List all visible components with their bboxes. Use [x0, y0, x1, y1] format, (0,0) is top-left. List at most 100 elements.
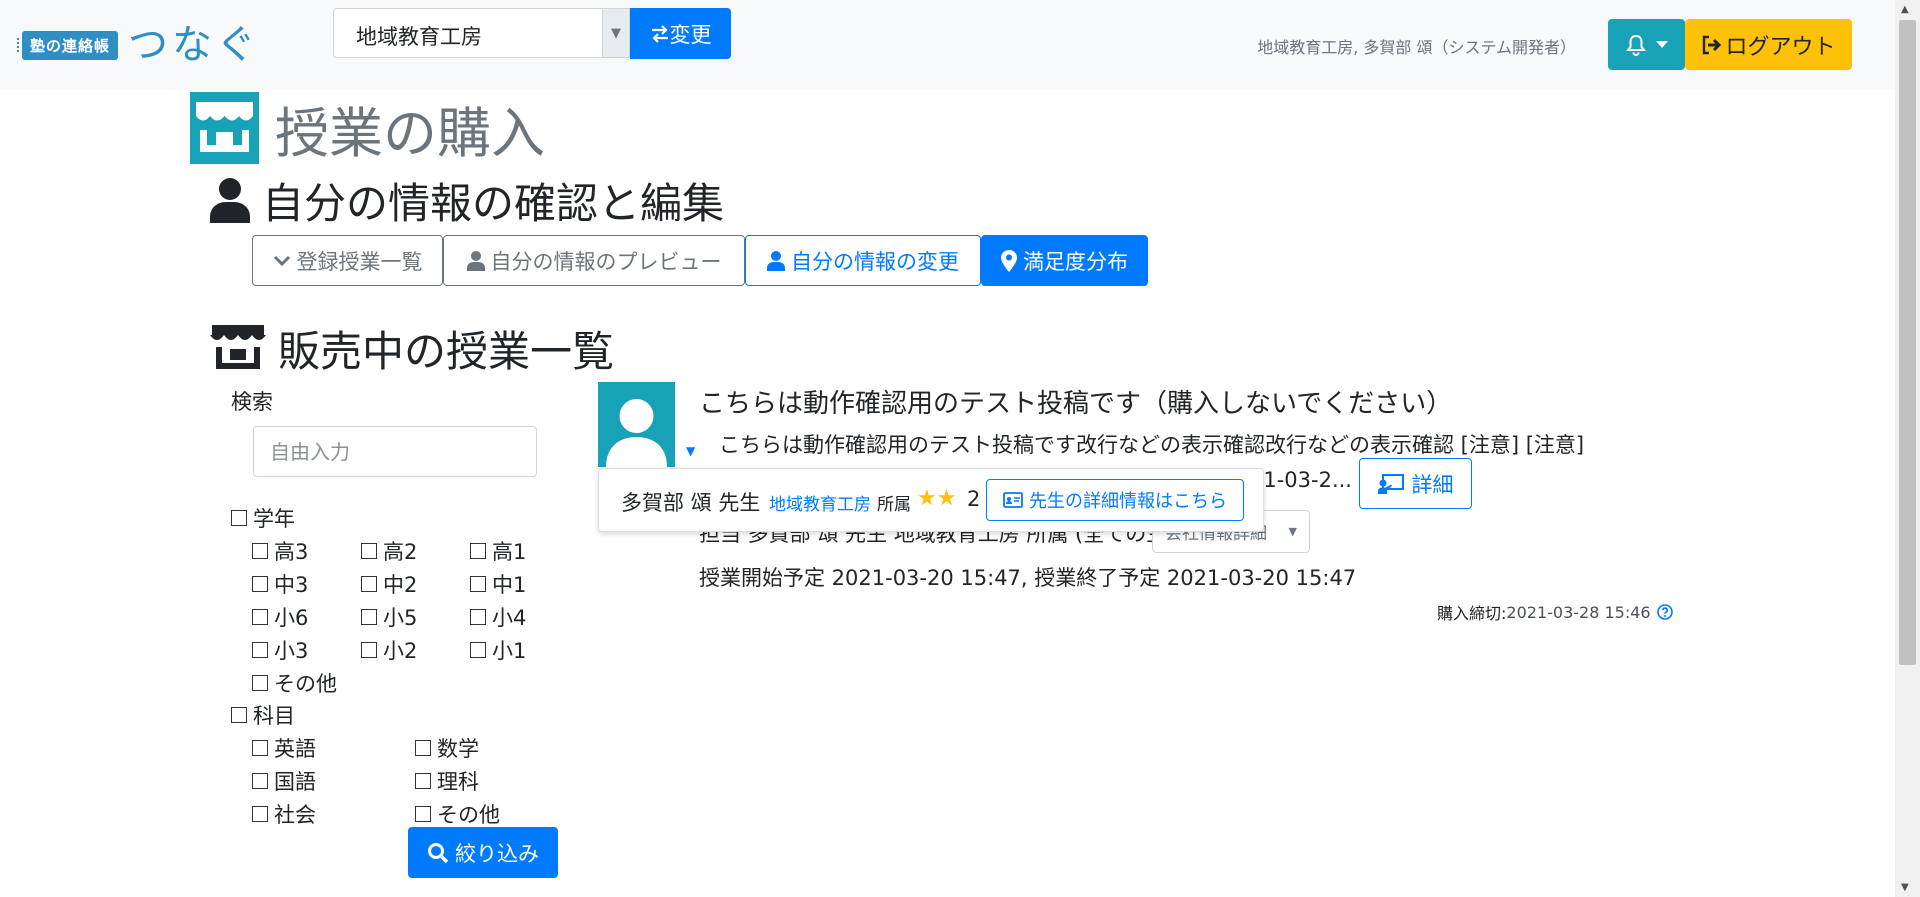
checkbox-box[interactable] — [361, 642, 377, 658]
detail-button[interactable]: 詳細 — [1359, 458, 1472, 509]
checkbox-box[interactable] — [231, 707, 247, 723]
checkbox-box[interactable] — [252, 773, 268, 789]
teacher-avatar[interactable] — [598, 382, 675, 467]
filter-button[interactable]: 絞り込み — [408, 827, 558, 878]
checkbox-box[interactable] — [252, 675, 268, 691]
grade-option[interactable]: 小4 — [470, 602, 526, 632]
checkbox-box[interactable] — [415, 740, 431, 756]
grade-option[interactable]: 中2 — [361, 569, 417, 599]
detail-label: 詳細 — [1411, 472, 1454, 497]
grade-label: 学年 — [253, 507, 295, 531]
checkbox-box[interactable] — [361, 543, 377, 559]
checkbox-box[interactable] — [252, 642, 268, 658]
listing-date: 21-03-2... — [1250, 468, 1352, 492]
registered-classes-button[interactable]: 登録授業一覧 — [252, 235, 443, 286]
rating-score: 2 — [967, 487, 981, 511]
checkbox-box[interactable] — [415, 806, 431, 822]
popover-org-link[interactable]: 地域教育工房 — [769, 490, 871, 515]
grade-option-label: 高2 — [383, 540, 418, 564]
checkbox-box[interactable] — [470, 576, 486, 592]
grade-option[interactable]: 中3 — [252, 569, 308, 599]
caret-down-icon[interactable]: ▼ — [686, 444, 695, 458]
checkbox-box[interactable] — [415, 773, 431, 789]
grade-option-label: 小6 — [274, 606, 309, 630]
logout-button[interactable]: ログアウト — [1685, 19, 1852, 70]
grade-option[interactable]: 小1 — [470, 635, 526, 665]
search-input[interactable] — [253, 426, 537, 477]
checkbox-box[interactable] — [231, 510, 247, 526]
grade-option[interactable]: 小3 — [252, 635, 308, 665]
checkbox-box[interactable] — [252, 806, 268, 822]
caret-down-icon — [1655, 40, 1668, 49]
checkbox-box[interactable] — [470, 609, 486, 625]
subject-option[interactable]: 理科 — [415, 766, 479, 796]
grade-option-label: 中1 — [492, 573, 527, 597]
subject-option[interactable]: その他 — [415, 799, 500, 829]
notification-button[interactable] — [1608, 19, 1685, 70]
grade-checkbox[interactable]: 学年 — [231, 503, 295, 533]
grade-option[interactable]: 小2 — [361, 635, 417, 665]
checkbox-box[interactable] — [470, 642, 486, 658]
teacher-detail-button[interactable]: 先生の詳細情報はこちら — [986, 479, 1244, 521]
subject-option-label: 国語 — [274, 770, 316, 794]
sign-out-icon — [1701, 35, 1723, 55]
grade-option[interactable]: 高1 — [470, 536, 526, 566]
teacher-detail-label: 先生の詳細情報はこちら — [1029, 491, 1227, 512]
navbar: 塾の連絡帳 つなぐ 地域教育工房 ▼ 変更 地域教育工房, 多賀部 頌（システム… — [0, 0, 1895, 90]
profile-edit-button[interactable]: 自分の情報の変更 — [745, 235, 981, 286]
scroll-up-icon[interactable]: ▲ — [1901, 4, 1909, 15]
grade-option[interactable]: 小5 — [361, 602, 417, 632]
scrollbar-thumb[interactable] — [1899, 20, 1916, 665]
section-profile-heading: 自分の情報の確認と編集 — [210, 172, 724, 228]
listing-description: こちらは動作確認用のテスト投稿です改行などの表示確認改行などの表示確認 [注意]… — [719, 433, 1585, 457]
subject-option-label: 社会 — [274, 803, 316, 827]
checkbox-box[interactable] — [252, 543, 268, 559]
logo-name: つなぐ — [128, 22, 261, 68]
grade-option[interactable]: 中1 — [470, 569, 526, 599]
question-circle-icon[interactable] — [1656, 604, 1673, 620]
checkbox-box[interactable] — [252, 576, 268, 592]
grade-option-label: 中2 — [383, 573, 418, 597]
user-info: 地域教育工房, 多賀部 頌（システム開発者） — [1257, 38, 1576, 57]
grade-option-label: 中3 — [274, 573, 309, 597]
page-title: 授業の購入 — [190, 92, 545, 165]
user-icon — [767, 250, 785, 271]
subject-checkbox[interactable]: 科目 — [231, 700, 295, 730]
exchange-icon — [650, 24, 670, 43]
checkbox-box[interactable] — [252, 740, 268, 756]
profile-preview-label: 自分の情報のプレビュー — [490, 249, 722, 274]
grade-option[interactable]: その他 — [252, 668, 337, 698]
grade-option[interactable]: 高2 — [361, 536, 417, 566]
grade-option[interactable]: 小6 — [252, 602, 308, 632]
chalkboard-teacher-icon — [1377, 473, 1404, 494]
subject-option-label: その他 — [437, 803, 500, 827]
store-icon — [190, 92, 259, 164]
checkbox-box[interactable] — [361, 609, 377, 625]
checkbox-box[interactable] — [252, 609, 268, 625]
scroll-down-icon[interactable]: ▼ — [1901, 882, 1909, 893]
subject-option[interactable]: 英語 — [252, 733, 316, 763]
checkbox-box[interactable] — [361, 576, 377, 592]
grade-option-label: 小2 — [383, 639, 418, 663]
section-profile-title: 自分の情報の確認と編集 — [262, 178, 725, 228]
org-select[interactable]: 地域教育工房 ▼ — [333, 8, 630, 58]
purchase-deadline: 購入締切: 2021-03-28 15:46 — [1437, 600, 1673, 624]
profile-preview-button[interactable]: 自分の情報のプレビュー — [443, 235, 745, 286]
grade-option-label: 小5 — [383, 606, 418, 630]
subject-option[interactable]: 数学 — [415, 733, 479, 763]
subject-option[interactable]: 国語 — [252, 766, 316, 796]
change-org-button[interactable]: 変更 — [630, 8, 731, 59]
subject-option[interactable]: 社会 — [252, 799, 316, 829]
checkbox-box[interactable] — [470, 543, 486, 559]
chevron-down-icon: ▼ — [602, 9, 629, 57]
grade-option[interactable]: 高3 — [252, 536, 308, 566]
app-logo[interactable]: 塾の連絡帳 つなぐ — [16, 22, 261, 68]
grade-option-label: 高1 — [492, 540, 527, 564]
class-schedule: 授業開始予定 2021-03-20 15:47, 授業終了予定 2021-03-… — [699, 566, 1357, 590]
bell-icon — [1625, 34, 1646, 56]
logo-badge: 塾の連絡帳 — [16, 30, 119, 60]
deadline-value: 2021-03-28 15:46 — [1506, 602, 1651, 622]
satisfaction-distribution-button[interactable]: 満足度分布 — [981, 235, 1148, 286]
org-select-value: 地域教育工房 — [356, 25, 482, 49]
deadline-label: 購入締切: — [1437, 604, 1507, 623]
